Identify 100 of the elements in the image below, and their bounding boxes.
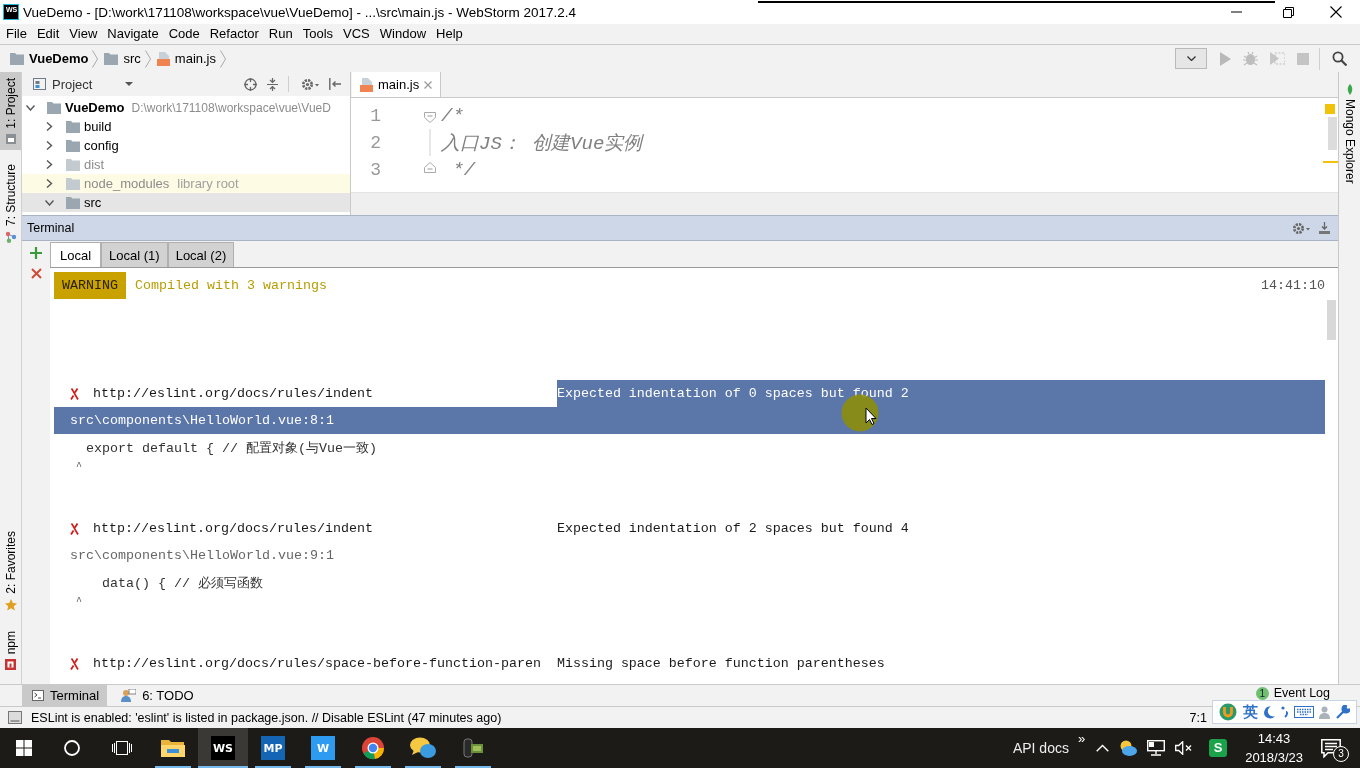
- search-icon[interactable]: [1332, 51, 1347, 66]
- menu-item[interactable]: VCS: [338, 25, 375, 43]
- npm-icon: [5, 659, 16, 670]
- breadcrumb[interactable]: src: [123, 51, 141, 66]
- menu-item[interactable]: View: [64, 25, 103, 43]
- chevron-right-icon[interactable]: [45, 122, 54, 131]
- tab-label: main.js: [378, 77, 420, 92]
- tree-item-label: VueDemo: [65, 100, 125, 115]
- minimize-panel-icon[interactable]: [1319, 222, 1330, 234]
- ring-logo-icon: [361, 736, 385, 760]
- folder-icon: [10, 52, 24, 65]
- menu-item[interactable]: Window: [374, 25, 432, 43]
- tree-item-label: node_modules: [84, 176, 170, 191]
- menu-item[interactable]: Tools: [297, 25, 339, 43]
- toolbar-label[interactable]: API docs: [1012, 740, 1069, 756]
- editor-tab[interactable]: main.js: [352, 72, 442, 97]
- scrollbar-thumb[interactable]: [1328, 117, 1337, 150]
- terminal-text: Compiled with 3 warnings: [135, 278, 327, 293]
- add-icon[interactable]: [30, 247, 42, 259]
- app-tile: W: [311, 736, 335, 760]
- clock-date[interactable]: 2018/3/23: [1245, 748, 1303, 767]
- leaf-icon: [1346, 84, 1353, 95]
- terminal-tab[interactable]: Local (2): [167, 242, 235, 267]
- chevron-down-icon: [1186, 56, 1196, 61]
- chevron-right-icon[interactable]: [45, 160, 54, 169]
- tool-window-button[interactable]: 6: TODO: [111, 685, 202, 706]
- file-location[interactable]: src\components\HelloWorld.vue:8:1: [54, 407, 1325, 434]
- breadcrumb[interactable]: VueDemo: [29, 51, 89, 66]
- tree-item[interactable]: VueDemo D:\work\171108\workspace\vue\VueD: [22, 98, 350, 117]
- chevron-right-icon[interactable]: [45, 179, 54, 188]
- tool-window-tab[interactable]: 7: Structure: [0, 157, 21, 249]
- error-caret: ^: [75, 461, 82, 472]
- status-panel-icon[interactable]: [8, 711, 22, 724]
- error-cross-icon: [70, 522, 79, 535]
- tree-item[interactable]: dist: [22, 155, 350, 174]
- error-cross-icon: [70, 387, 79, 400]
- folder-icon: [66, 196, 80, 209]
- menu-item[interactable]: Navigate: [102, 25, 164, 43]
- chevron-right-icon: [220, 49, 226, 68]
- volume-muted-icon[interactable]: [1175, 741, 1194, 755]
- hide-panel-icon[interactable]: [329, 78, 341, 90]
- menu-item[interactable]: Code: [163, 25, 205, 43]
- network-icon[interactable]: [1147, 740, 1166, 756]
- menu-item[interactable]: Help: [431, 25, 468, 43]
- terminal-tab[interactable]: Local (1): [101, 242, 168, 267]
- tool-window-button[interactable]: Terminal: [22, 685, 108, 706]
- collapse-all-icon[interactable]: [267, 77, 278, 91]
- wrench-icon[interactable]: [1336, 705, 1351, 719]
- terminal-tab[interactable]: Local: [50, 242, 102, 267]
- app-tile: WS: [211, 736, 235, 760]
- target-icon[interactable]: [244, 77, 257, 91]
- tool-window-title: Terminal: [27, 221, 75, 235]
- code-comment: */: [451, 158, 476, 181]
- cursor-position[interactable]: 7:1: [1189, 710, 1207, 725]
- rule-link[interactable]: http://eslint.org/docs/rules/space-before-function-paren: [93, 656, 541, 671]
- gear-icon[interactable]: [301, 77, 319, 91]
- file-location[interactable]: src\components\HelloWorld.vue:9:1: [70, 542, 334, 569]
- chevron-right-icon[interactable]: [45, 141, 54, 150]
- rule-link[interactable]: http://eslint.org/docs/rules/indent: [93, 386, 373, 401]
- menu-item[interactable]: Run: [263, 25, 298, 43]
- rule-link[interactable]: http://eslint.org/docs/rules/indent: [93, 521, 373, 536]
- tree-item-label: build: [84, 119, 112, 134]
- moon-icon[interactable]: [1263, 705, 1276, 719]
- chevron-down-icon[interactable]: [45, 199, 54, 206]
- panel-title: Project: [52, 76, 93, 92]
- clock-time[interactable]: 14:43: [1257, 729, 1291, 748]
- keyboard-icon[interactable]: [1293, 706, 1314, 718]
- input-method-logo-icon[interactable]: [1218, 703, 1237, 721]
- language-toggle[interactable]: 英: [1242, 702, 1258, 722]
- overflow-chevron[interactable]: »: [1077, 731, 1086, 746]
- restore-icon[interactable]: [1283, 6, 1294, 18]
- problem-message: Expected indentation of 2 spaces but found 4: [556, 520, 909, 538]
- tool-window-tab[interactable]: npm: [0, 624, 21, 676]
- caret-down-icon[interactable]: [125, 82, 134, 86]
- tree-item[interactable]: build: [22, 117, 350, 136]
- close-tab-icon[interactable]: [424, 80, 433, 89]
- close-icon[interactable]: [1330, 6, 1342, 18]
- window-icon: [5, 133, 16, 144]
- search-circle-icon[interactable]: [64, 740, 80, 756]
- tree-item-label: config: [84, 138, 119, 153]
- start-icon[interactable]: [16, 740, 32, 756]
- tree-item[interactable]: src: [22, 193, 350, 212]
- menu-item[interactable]: File: [1, 25, 32, 43]
- menu-item[interactable]: Edit: [31, 25, 65, 43]
- breadcrumb[interactable]: main.js: [174, 51, 216, 66]
- taskbar-button[interactable]: WS: [198, 728, 248, 768]
- scrollbar-thumb[interactable]: [1327, 300, 1336, 340]
- tree-item[interactable]: config: [22, 136, 350, 155]
- menu-item[interactable]: Refactor: [204, 25, 264, 43]
- chevron-up-icon[interactable]: [1096, 744, 1110, 752]
- gear-icon[interactable]: [1292, 221, 1310, 235]
- punctuation-icon[interactable]: [1280, 706, 1288, 718]
- tool-window-tab[interactable]: 1: Project: [0, 72, 21, 150]
- cloud-icon[interactable]: [1119, 740, 1138, 756]
- taskbar-button[interactable]: MP: [248, 728, 298, 768]
- tool-window-tab[interactable]: Mongo Explorer: [1339, 84, 1360, 184]
- chevron-down-icon[interactable]: [26, 104, 35, 111]
- tool-window-tab[interactable]: 2: Favorites: [0, 524, 21, 617]
- task-view-icon[interactable]: [112, 741, 132, 755]
- event-log-button[interactable]: Event Log: [1273, 685, 1330, 701]
